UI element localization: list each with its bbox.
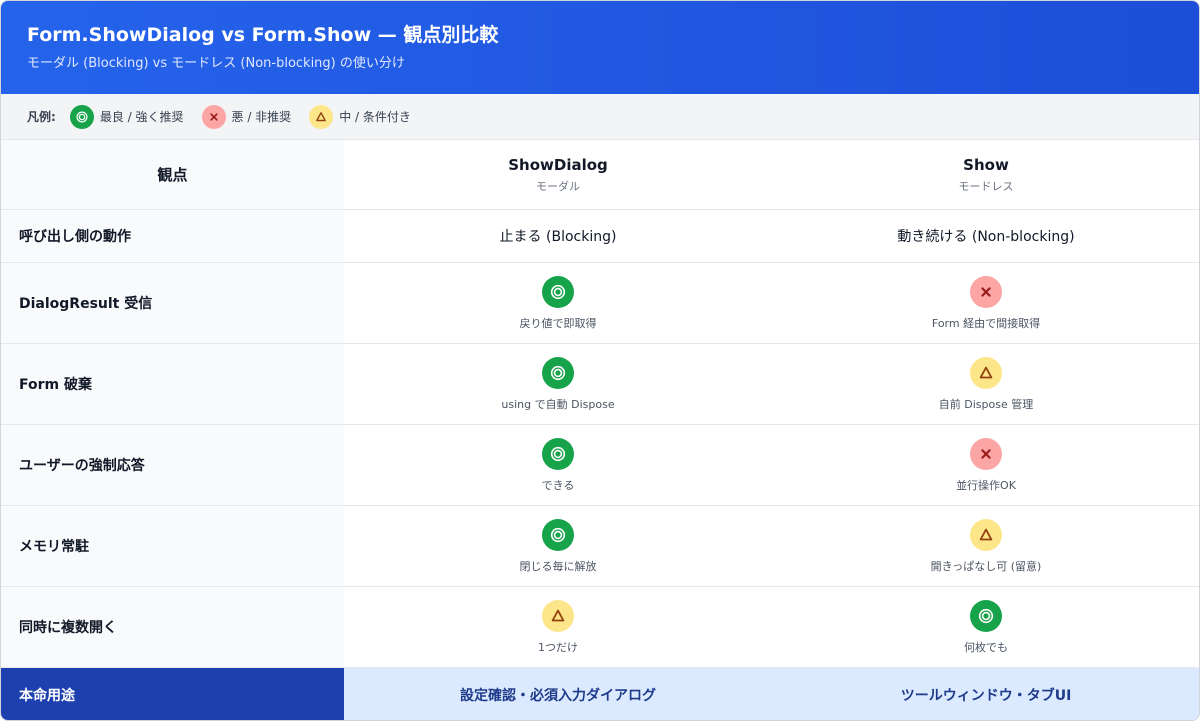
rating-note: 1つだけ: [538, 640, 578, 654]
aspect-label: 同時に複数開く: [1, 587, 344, 667]
triangle-icon: [309, 104, 334, 129]
double-circle-icon: [542, 518, 574, 551]
column-subtitle-show: モードレス: [958, 180, 1014, 193]
show-cell: 自前 Dispose 管理: [772, 344, 1199, 424]
cross-icon: [201, 104, 226, 129]
show-cell: 開きっぱなし可 (留意): [772, 506, 1199, 586]
column-header-show: Show モードレス: [772, 140, 1199, 209]
show-value: 動き続ける (Non-blocking): [897, 229, 1075, 245]
rating-note: 自前 Dispose 管理: [938, 397, 1034, 411]
legend-item-good: 最良 / 強く推奨: [69, 104, 184, 129]
showdialog-value: 止まる (Blocking): [499, 229, 617, 245]
table-row: 同時に複数開く 1つだけ 何枚でも: [1, 587, 1199, 668]
cross-icon: [970, 437, 1002, 470]
aspect-label: ユーザーの強制応答: [1, 425, 344, 505]
show-cell: 何枚でも: [772, 587, 1199, 667]
triangle-icon: [970, 356, 1002, 389]
showdialog-cell: using で自動 Dispose: [344, 344, 772, 424]
aspect-label: DialogResult 受信: [1, 263, 344, 343]
double-circle-icon: [69, 104, 94, 129]
showdialog-cell: 閉じる毎に解放: [344, 506, 772, 586]
comparison-table: 観点 ShowDialog モーダル Show モードレス 呼び出し側の動作 止…: [1, 140, 1199, 720]
rating-note: 閉じる毎に解放: [519, 559, 597, 573]
header: Form.ShowDialog vs Form.Show — 観点別比較 モーダ…: [1, 1, 1199, 94]
footer-showdialog-value: 設定確認・必須入力ダイアログ: [344, 668, 772, 720]
column-header-showdialog: ShowDialog モーダル: [344, 140, 772, 209]
aspect-label: 呼び出し側の動作: [1, 210, 344, 262]
rating-note: using で自動 Dispose: [501, 397, 615, 411]
cross-icon: [970, 275, 1002, 308]
show-cell: Form 経由で間接取得: [772, 263, 1199, 343]
footer-aspect-label: 本命用途: [1, 668, 344, 720]
table-row: DialogResult 受信 戻り値で即取得 Form 経由で間接取得: [1, 263, 1199, 344]
column-title-show: Show: [963, 156, 1009, 174]
table-row: Form 破棄 using で自動 Dispose 自前 Dispose 管理: [1, 344, 1199, 425]
rating-note: 並行操作OK: [956, 478, 1016, 492]
rating-note: 戻り値で即取得: [519, 316, 597, 330]
rating-note: 何枚でも: [964, 640, 1008, 654]
table-row: ユーザーの強制応答 できる 並行操作OK: [1, 425, 1199, 506]
table-footer-row: 本命用途 設定確認・必須入力ダイアログ ツールウィンドウ・タブUI: [1, 668, 1199, 720]
rating-note: できる: [541, 478, 575, 492]
legend: 凡例: 最良 / 強く推奨 悪 / 非推奨 中 / 条件付き: [1, 94, 1199, 140]
table-row: メモリ常駐 閉じる毎に解放 開きっぱなし可 (留意): [1, 506, 1199, 587]
comparison-card: Form.ShowDialog vs Form.Show — 観点別比較 モーダ…: [0, 0, 1200, 721]
showdialog-cell: 戻り値で即取得: [344, 263, 772, 343]
footer-show-value: ツールウィンドウ・タブUI: [772, 668, 1199, 720]
legend-item-bad: 悪 / 非推奨: [201, 104, 292, 129]
triangle-icon: [542, 599, 574, 632]
triangle-icon: [970, 518, 1002, 551]
legend-label-mid: 中 / 条件付き: [339, 110, 411, 124]
rating-note: 開きっぱなし可 (留意): [930, 559, 1042, 573]
legend-label-bad: 悪 / 非推奨: [231, 110, 292, 124]
page-subtitle: モーダル (Blocking) vs モードレス (Non-blocking) …: [27, 56, 405, 71]
legend-title: 凡例:: [27, 110, 56, 124]
show-cell: 並行操作OK: [772, 425, 1199, 505]
page-title: Form.ShowDialog vs Form.Show — 観点別比較: [27, 24, 499, 46]
table-row: 呼び出し側の動作 止まる (Blocking) 動き続ける (Non-block…: [1, 210, 1199, 263]
aspect-label: Form 破棄: [1, 344, 344, 424]
double-circle-icon: [970, 599, 1002, 632]
column-subtitle-showdialog: モーダル: [536, 180, 580, 193]
double-circle-icon: [542, 437, 574, 470]
showdialog-cell: 1つだけ: [344, 587, 772, 667]
column-title-showdialog: ShowDialog: [508, 156, 608, 174]
double-circle-icon: [542, 275, 574, 308]
aspect-label: メモリ常駐: [1, 506, 344, 586]
table-header-row: 観点 ShowDialog モーダル Show モードレス: [1, 140, 1199, 210]
column-header-aspect: 観点: [1, 140, 344, 209]
legend-item-mid: 中 / 条件付き: [309, 104, 411, 129]
rating-note: Form 経由で間接取得: [931, 316, 1041, 330]
showdialog-cell: できる: [344, 425, 772, 505]
double-circle-icon: [542, 356, 574, 389]
legend-label-good: 最良 / 強く推奨: [99, 110, 184, 124]
